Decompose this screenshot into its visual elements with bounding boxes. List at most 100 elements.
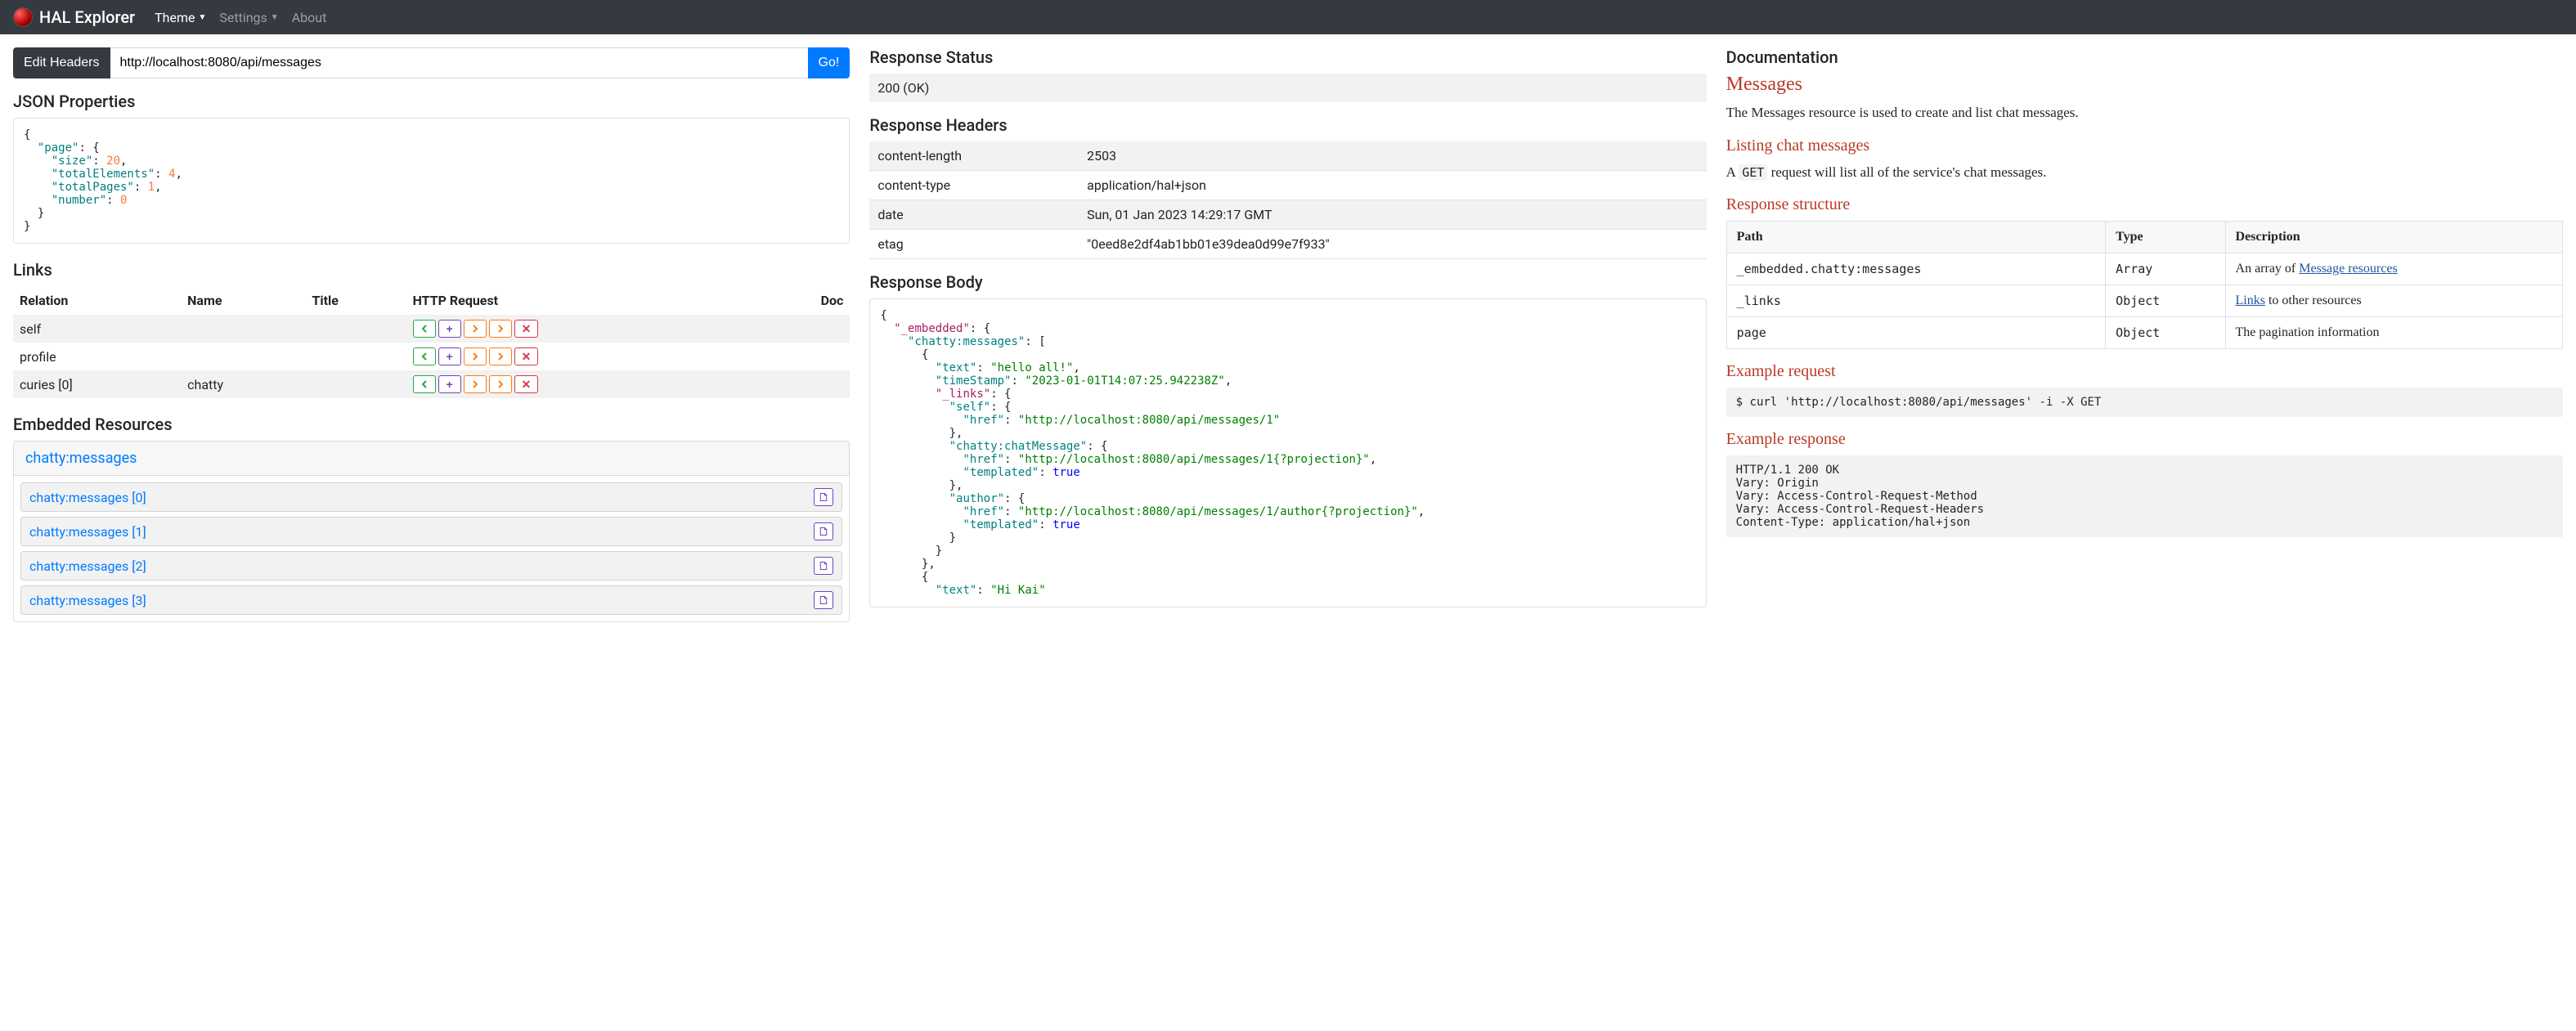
list-item[interactable]: chatty:messages [1] [20, 517, 842, 546]
table-row: profile+✕ [13, 343, 850, 370]
cell-http: +✕ [406, 370, 759, 398]
list-item[interactable]: chatty:messages [0] [20, 482, 842, 512]
col-name: Name [181, 286, 305, 315]
cell-name [181, 343, 305, 370]
caret-down-icon: ▼ [271, 13, 279, 22]
doc-col-type: Type [2106, 222, 2225, 253]
put-button[interactable] [464, 320, 487, 338]
doc-listing-desc: A GET request will list all of the servi… [1726, 162, 2563, 183]
cell-type: Array [2106, 253, 2225, 285]
header-value: Sun, 01 Jan 2023 14:29:17 GMT [1079, 200, 1707, 230]
header-key: date [869, 200, 1079, 230]
doc-h-example-response: Example response [1726, 430, 2563, 449]
list-item[interactable]: chatty:messages [3] [20, 585, 842, 615]
url-input[interactable] [110, 47, 808, 78]
cell-relation: curies [0] [13, 370, 181, 398]
go-button[interactable]: Go! [808, 47, 850, 78]
patch-button[interactable] [489, 320, 512, 338]
doc-h-listing: Listing chat messages [1726, 137, 2563, 155]
delete-button[interactable]: ✕ [514, 347, 539, 365]
nav-about[interactable]: About [285, 3, 334, 32]
cell-http: +✕ [406, 343, 759, 370]
doc-h-messages: Messages [1726, 74, 2563, 96]
url-bar: Edit Headers Go! [13, 47, 850, 78]
right-column: Documentation Messages The Messages reso… [1726, 47, 2563, 624]
cell-title [305, 315, 406, 343]
table-row: content-typeapplication/hal+json [869, 171, 1706, 200]
embedded-group-link[interactable]: chatty:messages [25, 450, 137, 467]
nav-theme[interactable]: Theme▼ [148, 3, 213, 32]
header-value: application/hal+json [1079, 171, 1707, 200]
left-column: Edit Headers Go! JSON Properties { "page… [13, 47, 850, 624]
response-headers-table: content-length2503content-typeapplicatio… [869, 141, 1706, 259]
post-button[interactable]: + [438, 375, 461, 393]
embedded-item-link[interactable]: chatty:messages [0] [29, 490, 146, 505]
table-row: content-length2503 [869, 141, 1706, 171]
cell-doc [759, 315, 850, 343]
caret-down-icon: ▼ [198, 13, 206, 22]
cell-desc: Links to other resources [2225, 285, 2562, 317]
json-properties-content: { "page": { "size": 20, "totalElements":… [24, 128, 839, 233]
header-key: etag [869, 230, 1079, 259]
doc-icon[interactable] [814, 591, 833, 609]
embedded-group-body: chatty:messages [0] chatty:messages [1] ch… [13, 476, 850, 622]
edit-headers-button[interactable]: Edit Headers [13, 47, 110, 78]
embedded-item-link[interactable]: chatty:messages [3] [29, 593, 146, 608]
http-method-code: GET [1739, 164, 1767, 181]
cell-doc [759, 343, 850, 370]
header-value: "0eed8e2df4ab1bb01e39dea0d99e7f933" [1079, 230, 1707, 259]
response-body-card: { "_embedded": { "chatty:messages": [ { … [869, 298, 1706, 607]
doc-icon[interactable] [814, 488, 833, 506]
table-row: _embedded.chatty:messagesArrayAn array o… [1726, 253, 2562, 285]
header-key: content-type [869, 171, 1079, 200]
links-table: Relation Name Title HTTP Request Doc sel… [13, 286, 850, 398]
post-button[interactable]: + [438, 320, 461, 338]
cell-doc [759, 370, 850, 398]
put-button[interactable] [464, 375, 487, 393]
cell-type: Object [2106, 285, 2225, 317]
delete-button[interactable]: ✕ [514, 320, 539, 338]
list-item[interactable]: chatty:messages [2] [20, 551, 842, 580]
cell-http: +✕ [406, 315, 759, 343]
cell-title [305, 370, 406, 398]
embedded-item-link[interactable]: chatty:messages [2] [29, 558, 146, 574]
brand-text: HAL Explorer [39, 7, 135, 27]
navbar: HAL Explorer Theme▼ Settings▼ About [0, 0, 2576, 34]
doc-example-request: $ curl 'http://localhost:8080/api/messag… [1726, 388, 2563, 417]
cell-name: chatty [181, 370, 305, 398]
post-button[interactable]: + [438, 347, 461, 365]
doc-link[interactable]: Message resources [2299, 262, 2397, 276]
middle-column: Response Status 200 (OK) Response Header… [869, 47, 1706, 624]
table-row: etag"0eed8e2df4ab1bb01e39dea0d99e7f933" [869, 230, 1706, 259]
brand[interactable]: HAL Explorer [13, 7, 135, 27]
embedded-item-link[interactable]: chatty:messages [1] [29, 524, 146, 540]
header-value: 2503 [1079, 141, 1707, 171]
delete-button[interactable]: ✕ [514, 375, 539, 393]
patch-button[interactable] [489, 347, 512, 365]
doc-h-example-request: Example request [1726, 362, 2563, 381]
get-button[interactable] [413, 320, 436, 338]
cell-path: _embedded.chatty:messages [1726, 253, 2106, 285]
cell-path: page [1726, 317, 2106, 349]
json-properties-card: { "page": { "size": 20, "totalElements":… [13, 118, 850, 244]
get-button[interactable] [413, 375, 436, 393]
patch-button[interactable] [489, 375, 512, 393]
nav-settings[interactable]: Settings▼ [213, 3, 285, 32]
cell-path: _links [1726, 285, 2106, 317]
doc-link[interactable]: Links [2236, 294, 2265, 307]
doc-col-path: Path [1726, 222, 2106, 253]
doc-messages-desc: The Messages resource is used to create … [1726, 102, 2563, 123]
response-body-content: { "_embedded": { "chatty:messages": [ { … [880, 309, 1695, 597]
put-button[interactable] [464, 347, 487, 365]
documentation-title: Documentation [1726, 47, 2563, 67]
doc-icon[interactable] [814, 557, 833, 575]
embedded-accordion: chatty:messages chatty:messages [0]chatt… [13, 441, 850, 622]
doc-icon[interactable] [814, 522, 833, 540]
embedded-group-header[interactable]: chatty:messages [13, 441, 850, 476]
col-title: Title [305, 286, 406, 315]
cell-relation: self [13, 315, 181, 343]
table-row: self+✕ [13, 315, 850, 343]
get-button[interactable] [413, 347, 436, 365]
col-http: HTTP Request [406, 286, 759, 315]
col-doc: Doc [759, 286, 850, 315]
